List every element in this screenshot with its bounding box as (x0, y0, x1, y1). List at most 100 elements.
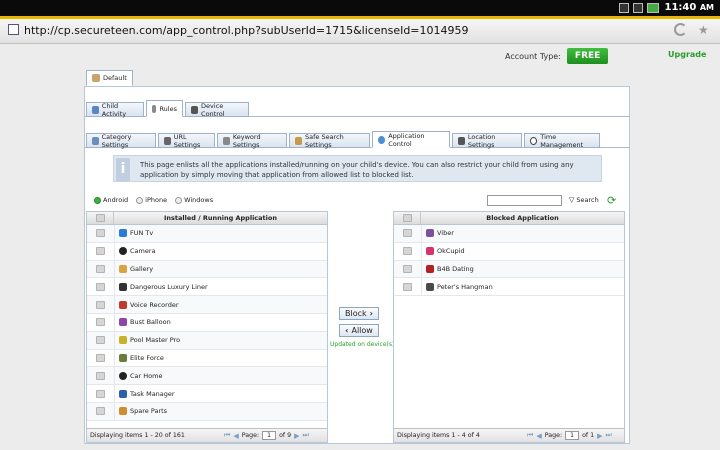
row-checkbox[interactable] (96, 300, 105, 309)
url-icon (164, 136, 171, 145)
tab-keyword-settings[interactable]: Keyword Settings (217, 133, 287, 149)
next-page-icon[interactable]: ▶ (597, 432, 602, 440)
task-manager-app-icon (119, 389, 127, 398)
last-page-icon[interactable]: ⏭ (606, 431, 612, 440)
battery-icon (646, 2, 659, 13)
update-status: Updated on device(s) (330, 341, 395, 348)
tab-url-settings[interactable]: URL Settings (158, 133, 215, 149)
platform-iphone[interactable]: iPhone (136, 196, 167, 204)
account-type-label: Account Type: (505, 51, 561, 61)
tab-device-control[interactable]: Device Control (185, 102, 249, 118)
tab-safe-search-settings[interactable]: Safe Search Settings (289, 133, 370, 149)
search-button[interactable]: ▽ Search (569, 196, 599, 204)
list-item[interactable]: OkCupid (394, 242, 624, 261)
installed-apps-count: Displaying items 1 - 20 of 161 (90, 432, 185, 439)
first-page-icon[interactable]: ⏮ (527, 431, 533, 440)
voice-recorder-app-icon (119, 300, 127, 309)
list-item[interactable]: Pool Master Pro (87, 331, 327, 350)
tab-time-management[interactable]: Time Management (524, 133, 600, 149)
spare-parts-app-icon (119, 407, 127, 416)
loading-spinner-icon (674, 23, 687, 36)
refresh-icon[interactable]: ⟳ (607, 195, 618, 206)
allow-button[interactable]: ‹ Allow (339, 324, 379, 337)
row-checkbox[interactable] (96, 336, 105, 345)
gallery-app-icon (119, 264, 127, 273)
radio-icon[interactable] (175, 196, 183, 204)
car-home-app-icon (119, 371, 127, 380)
first-page-icon[interactable]: ⏮ (224, 431, 230, 440)
child-activity-icon (92, 105, 99, 114)
blocked-apps-list: Viber OkCupid B4B Dating Peter's Hangman (394, 225, 624, 297)
tab-child-activity[interactable]: Child Activity (86, 102, 144, 118)
search-input[interactable] (487, 195, 562, 206)
list-item[interactable]: Task Manager (87, 385, 327, 403)
installed-apps-header: Installed / Running Application (87, 212, 327, 225)
row-checkbox[interactable] (96, 247, 105, 256)
list-item[interactable]: Car Home (87, 367, 327, 386)
list-item[interactable]: Dangerous Luxury Liner (87, 278, 327, 297)
installed-apps-pager: ⏮ ◀ Page: 1 of 9 ▶ ⏭ (224, 431, 309, 440)
list-item[interactable]: Bust Balloon (87, 313, 327, 332)
installed-apps-footer: Displaying items 1 - 20 of 161 ⏮ ◀ Page:… (87, 428, 327, 442)
list-item[interactable]: Voice Recorder (87, 296, 327, 314)
tab-rules[interactable]: Rules (146, 100, 183, 117)
viber-app-icon (426, 229, 434, 238)
installed-apps-grid: Installed / Running Application FUN Tv C… (86, 211, 328, 443)
application-control-icon (378, 135, 386, 144)
page-input[interactable]: 1 (565, 431, 580, 440)
device-control-icon (191, 105, 199, 114)
list-item[interactable]: FUN Tv (87, 225, 327, 243)
row-checkbox[interactable] (96, 407, 105, 416)
list-item[interactable]: Peter's Hangman (394, 278, 624, 297)
next-page-icon[interactable]: ▶ (294, 432, 299, 440)
row-checkbox[interactable] (403, 282, 412, 291)
blocked-apps-footer: Displaying items 1 - 4 of 4 ⏮ ◀ Page: 1 … (394, 428, 624, 442)
block-button[interactable]: Block › (339, 307, 379, 320)
bookmark-star-icon[interactable]: ★ (698, 23, 709, 37)
arrow-right-icon: › (369, 309, 373, 318)
tab-location-settings[interactable]: Location Settings (452, 133, 522, 149)
row-checkbox[interactable] (403, 229, 412, 238)
tab-application-control[interactable]: Application Control (372, 131, 450, 148)
row-checkbox[interactable] (403, 247, 412, 256)
prev-page-icon[interactable]: ◀ (536, 432, 541, 440)
category-icon (92, 136, 99, 145)
list-item[interactable]: Camera (87, 242, 327, 261)
row-checkbox[interactable] (403, 264, 412, 273)
row-checkbox[interactable] (96, 264, 105, 273)
page-input[interactable]: 1 (262, 431, 277, 440)
upgrade-link[interactable]: Upgrade (668, 50, 706, 59)
row-checkbox[interactable] (96, 389, 105, 398)
page-load-progress (0, 16, 720, 19)
tab-category-settings[interactable]: Category Settings (86, 133, 156, 149)
clock: 11:40 AM (664, 2, 714, 13)
list-item[interactable]: Gallery (87, 260, 327, 279)
tab-user-default[interactable]: Default (86, 70, 133, 86)
select-all-checkbox[interactable] (402, 214, 412, 222)
wifi-icon (632, 2, 643, 13)
row-checkbox[interactable] (96, 353, 105, 362)
browser-url-bar[interactable]: http://cp.secureteen.com/app_control.php… (0, 16, 720, 44)
url-text[interactable]: http://cp.secureteen.com/app_control.php… (24, 24, 469, 37)
radio-selected-icon[interactable] (94, 196, 101, 204)
radio-icon[interactable] (136, 196, 144, 204)
platform-windows[interactable]: Windows (175, 196, 213, 204)
row-checkbox[interactable] (96, 318, 105, 327)
prev-page-icon[interactable]: ◀ (233, 432, 238, 440)
list-item[interactable]: Viber (394, 225, 624, 243)
safe-search-icon (295, 136, 302, 145)
platform-android[interactable]: Android (94, 196, 128, 204)
list-item[interactable]: Elite Force (87, 349, 327, 368)
blocked-apps-pager: ⏮ ◀ Page: 1 of 1 ▶ ⏭ (527, 431, 612, 440)
row-checkbox[interactable] (96, 229, 105, 238)
info-icon: i (116, 158, 130, 181)
camera-app-icon (119, 247, 127, 256)
row-checkbox[interactable] (96, 371, 105, 380)
row-checkbox[interactable] (96, 282, 105, 291)
list-item[interactable]: B4B Dating (394, 260, 624, 279)
pool-master-pro-app-icon (119, 336, 127, 345)
select-all-checkbox[interactable] (95, 214, 105, 222)
platform-selector: Android iPhone Windows (94, 196, 213, 204)
last-page-icon[interactable]: ⏭ (303, 431, 309, 440)
list-item[interactable]: Spare Parts (87, 402, 327, 421)
